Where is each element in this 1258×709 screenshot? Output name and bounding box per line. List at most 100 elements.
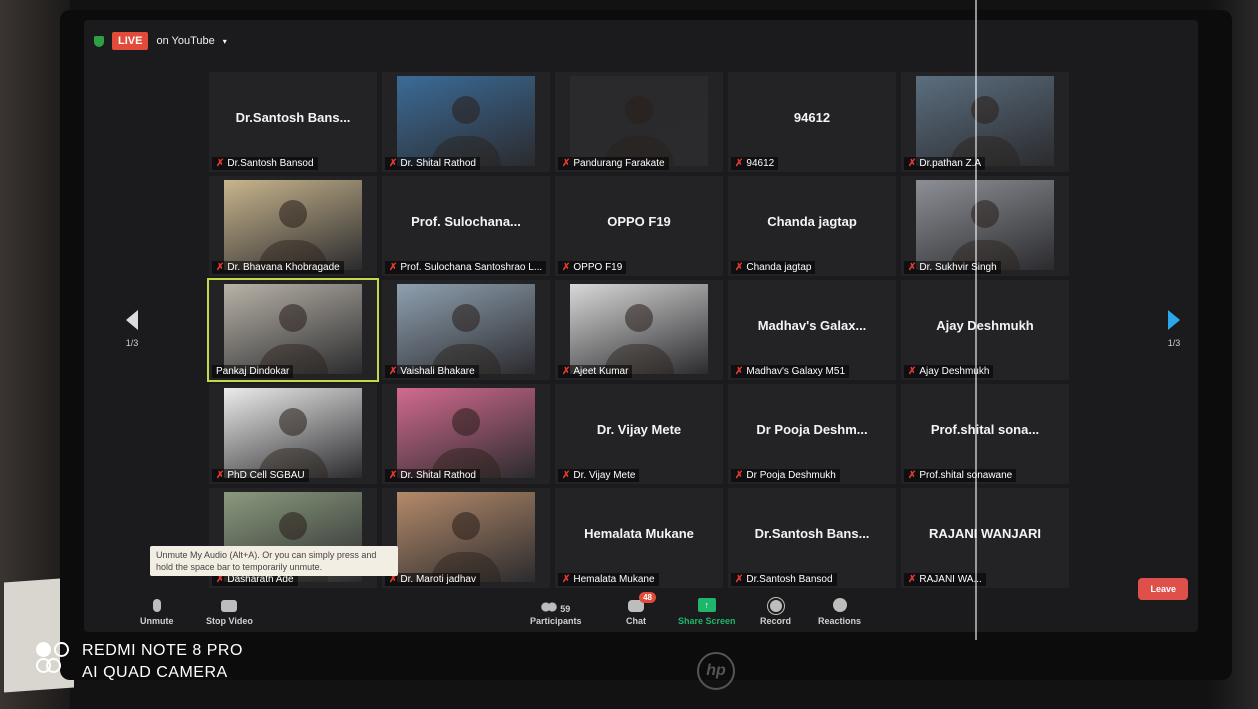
microphone-muted-icon: ✗ [908,262,917,273]
participant-tile[interactable]: ✗ Pandurang Farakate [555,72,723,172]
participant-name: Ajay Deshmukh [919,366,990,377]
watermark-line-2: AI QUAD CAMERA [82,664,228,681]
participant-name: Dr. Bhavana Khobragade [227,262,340,273]
participant-tile[interactable]: Dr Pooja Deshm... ✗ Dr Pooja Deshmukh [728,384,896,484]
participant-tile[interactable]: Chanda jagtap ✗ Chanda jagtap [728,176,896,276]
unmute-button[interactable]: Unmute [140,599,174,626]
participant-name-label: ✗ Dr. Shital Rathod [385,157,480,170]
watermark-line-1: REDMI NOTE 8 PRO [82,642,243,659]
participant-tile[interactable]: ✗ Dr.pathan Z.A [901,72,1069,172]
next-page-button[interactable]: 1/3 [1154,310,1194,348]
participant-silhouette [625,95,653,124]
participants-label: Participants [530,616,582,626]
share-screen-button[interactable]: ↑ Share Screen [678,598,736,626]
participant-tile[interactable]: ✗ Dr. Sukhvir Singh [901,176,1069,276]
participant-display-name: Dr.Santosh Bans... [754,526,870,541]
participant-video [397,284,535,374]
participant-name-label: ✗ Prof.shital sonawane [904,469,1017,482]
participant-name: PhD Cell SGBAU [227,470,305,481]
participant-tile[interactable]: Dr.Santosh Bans... ✗ Dr.Santosh Bansod [209,72,377,172]
participant-display-name: Prof. Sulochana... [411,214,521,229]
participant-display-name: Chanda jagtap [767,214,857,229]
participants-button[interactable]: 59 Participants [530,602,582,626]
live-badge[interactable]: LIVE [112,32,149,50]
participant-tile[interactable]: Prof.shital sona... ✗ Prof.shital sonawane [901,384,1069,484]
shield-icon[interactable] [94,35,104,47]
participant-silhouette [452,303,480,332]
microphone-muted-icon: ✗ [216,262,225,273]
previous-page-button[interactable]: 1/3 [112,310,152,348]
participant-display-name: 94612 [793,110,831,125]
participants-count: 59 [560,604,571,614]
participant-tile[interactable]: OPPO F19 ✗ OPPO F19 [555,176,723,276]
participant-name-label: ✗ Dr. Vijay Mete [558,469,640,482]
arrow-left-icon [126,310,138,330]
microphone-muted-icon: ✗ [389,470,398,481]
participant-tile[interactable]: Pankaj Dindokar [207,278,379,382]
arrow-right-icon [1168,310,1180,330]
participant-display-name: Dr Pooja Deshm... [756,422,868,437]
participant-name: Dr. Vijay Mete [573,470,636,481]
participant-name-label: ✗ 94612 [731,157,779,170]
page-indicator-right: 1/3 [1167,338,1181,348]
participant-name-label: ✗ Madhav's Galaxy M51 [731,365,850,378]
participant-name: 94612 [746,158,775,169]
participant-video [570,76,708,166]
participant-tile[interactable]: Prof. Sulochana... ✗ Prof. Sulochana Santo… [382,176,550,276]
microphone-muted-icon: ✗ [389,158,398,169]
participant-silhouette [279,511,307,540]
microphone-muted-icon: ✗ [562,366,571,377]
participant-display-name: OPPO F19 [607,214,671,229]
participant-name-label: ✗ OPPO F19 [558,261,627,274]
leave-button[interactable]: Leave [1138,578,1188,600]
microphone-muted-icon: ✗ [216,470,225,481]
participant-tile[interactable]: ✗ Ajeet Kumar [555,280,723,380]
record-button[interactable]: Record [760,600,791,626]
participant-name: Dr. Shital Rathod [400,158,476,169]
smiley-icon [832,598,847,612]
microphone-muted-icon: ✗ [735,366,744,377]
participant-name: Pankaj Dindokar [216,366,290,377]
participant-tile[interactable]: ✗ Dr. Shital Rathod [382,384,550,484]
microphone-muted-icon: ✗ [735,262,744,273]
participant-silhouette [452,511,480,540]
chevron-down-icon[interactable]: ▾ [223,37,227,46]
participant-tile[interactable]: 94612 ✗ 94612 [728,72,896,172]
microphone-muted-icon: ✗ [389,262,398,273]
participant-silhouette [279,303,307,332]
participant-name: Pandurang Farakate [573,158,665,169]
participant-silhouette [452,95,480,124]
participant-tile[interactable]: Dr. Vijay Mete ✗ Dr. Vijay Mete [555,384,723,484]
stop-video-button[interactable]: Stop Video [206,600,253,626]
participant-name: OPPO F19 [573,262,623,273]
reactions-button[interactable]: Reactions [818,598,861,626]
participant-name: Ajeet Kumar [573,366,629,377]
meeting-toolbar: Unmute My Audio (Alt+A). Or you can simp… [84,546,1198,632]
participant-silhouette [279,407,307,436]
chat-unread-badge: 48 [639,592,656,603]
stop-video-label: Stop Video [206,616,253,626]
share-screen-icon: ↑ [697,598,716,612]
participant-display-name: Dr. Vijay Mete [596,422,682,437]
watermark-text: REDMI NOTE 8 PRO AI QUAD CAMERA [82,640,243,684]
microphone-muted-icon: ✗ [562,470,571,481]
participant-name: Dr.pathan Z.A [919,158,982,169]
participant-video [397,388,535,478]
participant-tile[interactable]: ✗ Dr. Shital Rathod [382,72,550,172]
participant-tile[interactable]: Ajay Deshmukh ✗ Ajay Deshmukh [901,280,1069,380]
participant-name-label: ✗ PhD Cell SGBAU [212,469,309,482]
microphone-muted-icon: ✗ [735,470,744,481]
stream-target-label[interactable]: on YouTube [156,35,214,47]
participant-tile[interactable]: ✗ Vaishali Bhakare [382,280,550,380]
participant-name: Prof. Sulochana Santoshrao L... [400,262,543,273]
microphone-muted-icon: ✗ [216,158,225,169]
participant-video [916,76,1054,166]
participant-tile[interactable]: Madhav's Galax... ✗ Madhav's Galaxy M51 [728,280,896,380]
microphone-muted-icon: ✗ [389,366,398,377]
chat-button[interactable]: 48 Chat [626,592,656,626]
participant-tile[interactable]: ✗ PhD Cell SGBAU [209,384,377,484]
participant-video [224,284,362,374]
unmute-tooltip: Unmute My Audio (Alt+A). Or you can simp… [150,546,398,576]
microphone-muted-icon [152,599,161,612]
participant-tile[interactable]: ✗ Dr. Bhavana Khobragade [209,176,377,276]
